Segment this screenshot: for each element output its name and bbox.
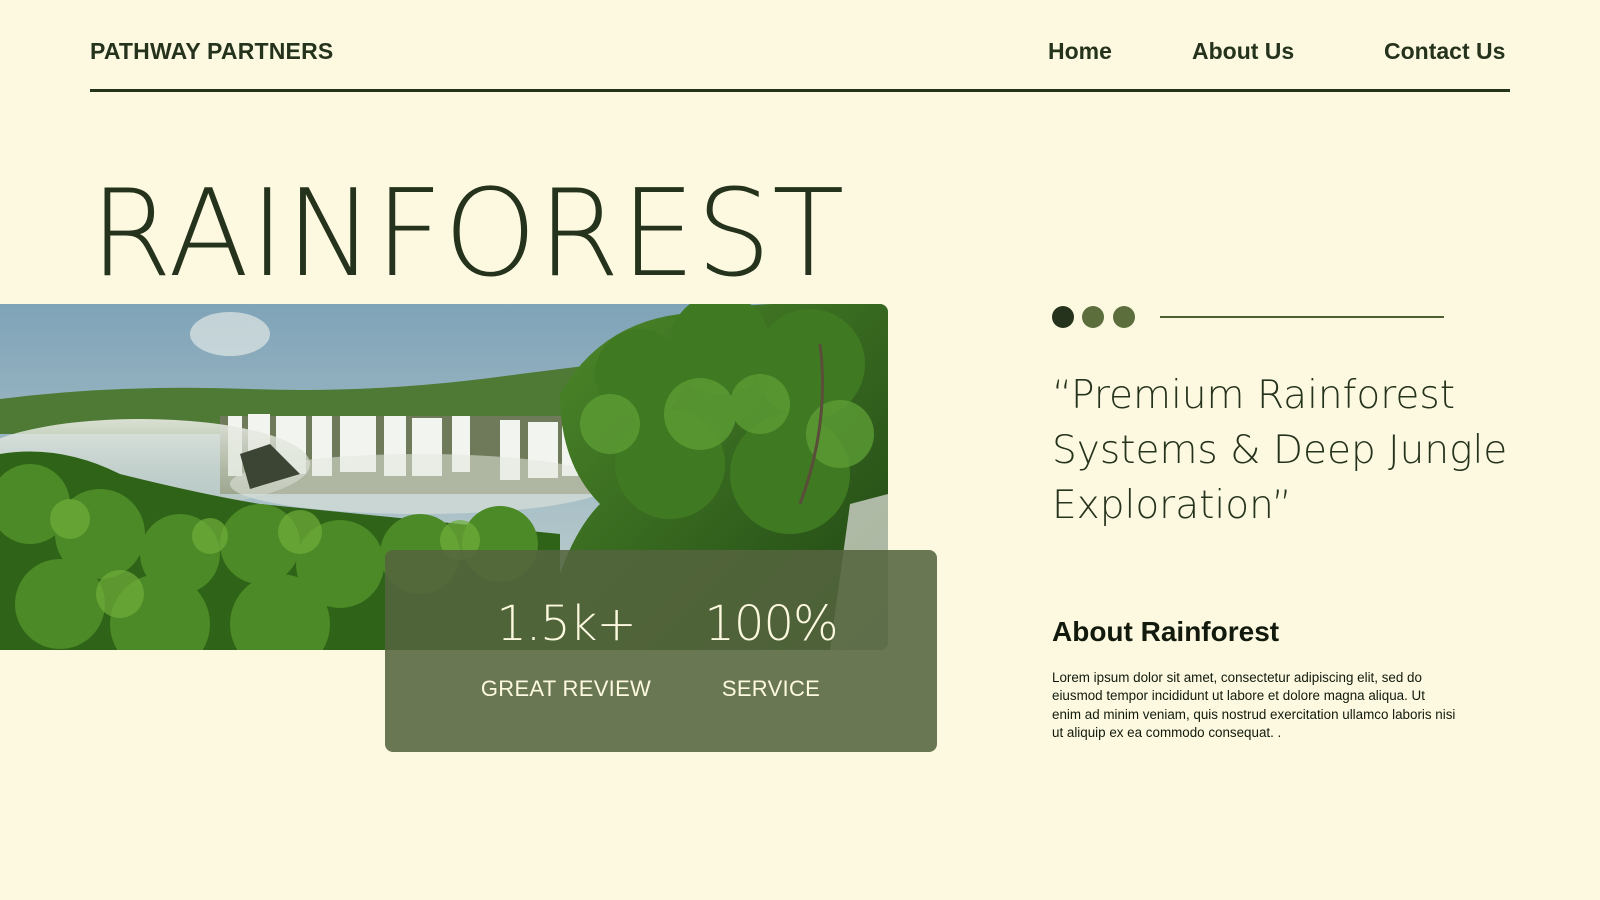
hero-title: RAINFOREST [90,162,846,304]
landing-page: PATHWAY PARTNERS Home About Us Contact U… [0,0,1600,900]
dot-icon [1052,306,1074,328]
stats-card: 1.5k+ GREAT REVIEW 100% SERVICE [385,550,937,752]
header-divider [90,89,1510,92]
stat-label: SERVICE [721,676,821,701]
stat-label: GREAT REVIEW [480,676,652,701]
nav-about-link[interactable]: About Us [1192,38,1294,65]
stat-value: 100% [704,596,838,652]
nav-contact-link[interactable]: Contact Us [1384,38,1505,65]
stat-value: 1.5k+ [496,596,636,652]
tagline-quote: “Premium Rainforest Systems & Deep Jungl… [1052,373,1508,528]
decorative-dots [1052,306,1452,328]
dot-icon [1082,306,1104,328]
about-description: Lorem ipsum dolor sit amet, consectetur … [1052,670,1456,740]
decorative-divider [1160,316,1444,318]
about-heading: About Rainforest [1052,616,1280,647]
nav-home-link[interactable]: Home [1048,38,1112,65]
main-nav: Home About Us Contact Us [0,38,1600,68]
dot-icon [1113,306,1135,328]
